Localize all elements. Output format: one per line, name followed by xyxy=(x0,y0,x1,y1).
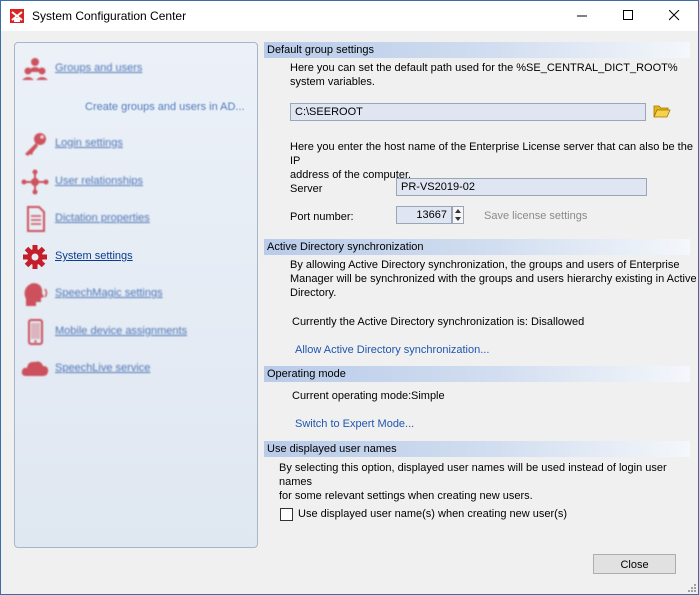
folder-browse-icon[interactable] xyxy=(653,104,671,119)
maximize-button[interactable] xyxy=(606,1,652,31)
save-license-settings-link[interactable]: Save license settings xyxy=(484,210,587,222)
sidebar-item-system-settings[interactable]: System settings xyxy=(15,242,255,272)
sidebar-item-dictation-properties[interactable]: Dictation properties xyxy=(15,204,255,234)
sidebar-item-label: System settings xyxy=(55,250,133,262)
speech-head-icon xyxy=(24,283,48,306)
mobile-phone-icon xyxy=(28,319,43,345)
section-header-ad-sync: Active Directory synchronization xyxy=(264,239,690,255)
port-label: Port number: xyxy=(290,211,354,223)
close-window-button[interactable] xyxy=(652,1,698,31)
users-icon xyxy=(22,58,48,80)
section-header-operating-mode: Operating mode xyxy=(264,366,690,382)
sidebar-subitem-create-in-ad[interactable]: Create groups and users in AD... xyxy=(85,101,245,113)
minimize-button[interactable] xyxy=(560,1,606,31)
sidebar-item-label: Mobile device assignments xyxy=(55,325,188,337)
ad-sync-description: By allowing Active Directory synchroniza… xyxy=(290,259,697,299)
relationship-icon xyxy=(21,169,49,195)
sidebar-item-user-relationships[interactable]: User relationships xyxy=(15,167,255,197)
sidebar-item-speechlive-service[interactable]: SpeechLive service xyxy=(15,354,255,384)
spin-down-icon[interactable] xyxy=(453,215,463,223)
allow-ad-sync-link[interactable]: Allow Active Directory synchronization..… xyxy=(295,344,489,356)
sidebar-item-label: Groups and users xyxy=(55,62,143,74)
sidebar-item-label: SpeechLive service xyxy=(55,362,151,374)
sidebar-item-login-settings[interactable]: Login settings xyxy=(15,129,255,159)
app-icon xyxy=(10,9,24,23)
sidebar-item-label: Dictation properties xyxy=(55,212,150,224)
document-icon xyxy=(27,206,45,232)
minimize-icon xyxy=(577,15,587,17)
port-number-field[interactable]: 13667 xyxy=(396,206,452,224)
resize-grip-icon[interactable] xyxy=(686,582,696,592)
sidebar-item-groups-and-users[interactable]: Groups and users xyxy=(15,54,255,84)
section-header-display-names: Use displayed user names xyxy=(264,441,690,457)
title-bar: System Configuration Center xyxy=(1,1,698,31)
sidebar-item-label: Login settings xyxy=(55,137,123,149)
server-label: Server xyxy=(290,183,323,195)
switch-expert-mode-link[interactable]: Switch to Expert Mode... xyxy=(295,418,414,430)
close-button[interactable]: Close xyxy=(593,554,676,574)
section-header-default-group: Default group settings xyxy=(264,42,690,58)
sidebar-item-mobile-device-assignments[interactable]: Mobile device assignments xyxy=(15,317,255,347)
main-window: System Configuration Center Groups and u… xyxy=(0,0,699,595)
maximize-icon xyxy=(623,10,633,20)
close-icon xyxy=(669,10,680,21)
sidebar-item-speechmagic-settings[interactable]: SpeechMagic settings xyxy=(15,279,255,309)
port-spinner[interactable] xyxy=(452,206,464,224)
ad-sync-status: Currently the Active Directory synchroni… xyxy=(292,316,585,328)
use-display-names-label[interactable]: Use displayed user name(s) when creating… xyxy=(298,507,567,521)
default-path-description: Here you can set the default path used f… xyxy=(290,62,678,88)
window-title: System Configuration Center xyxy=(32,9,187,23)
operating-mode-value: Simple xyxy=(411,390,445,402)
license-server-description: Here you enter the host name of the Ente… xyxy=(290,141,693,181)
navigation-sidebar: Groups and users Create groups and users… xyxy=(14,42,258,548)
use-display-names-checkbox[interactable] xyxy=(280,508,293,521)
key-icon xyxy=(25,133,46,156)
spin-up-icon[interactable] xyxy=(453,207,463,215)
default-path-field[interactable]: C:\SEEROOT xyxy=(290,103,646,121)
display-names-description: By selecting this option, displayed user… xyxy=(279,462,667,502)
server-field[interactable]: PR-VS2019-02 xyxy=(396,178,647,196)
gear-icon xyxy=(23,245,47,269)
operating-mode-label: Current operating mode: xyxy=(292,390,412,402)
sidebar-item-label: SpeechMagic settings xyxy=(55,287,163,299)
cloud-icon xyxy=(21,361,49,376)
sidebar-item-label: User relationships xyxy=(55,175,144,187)
